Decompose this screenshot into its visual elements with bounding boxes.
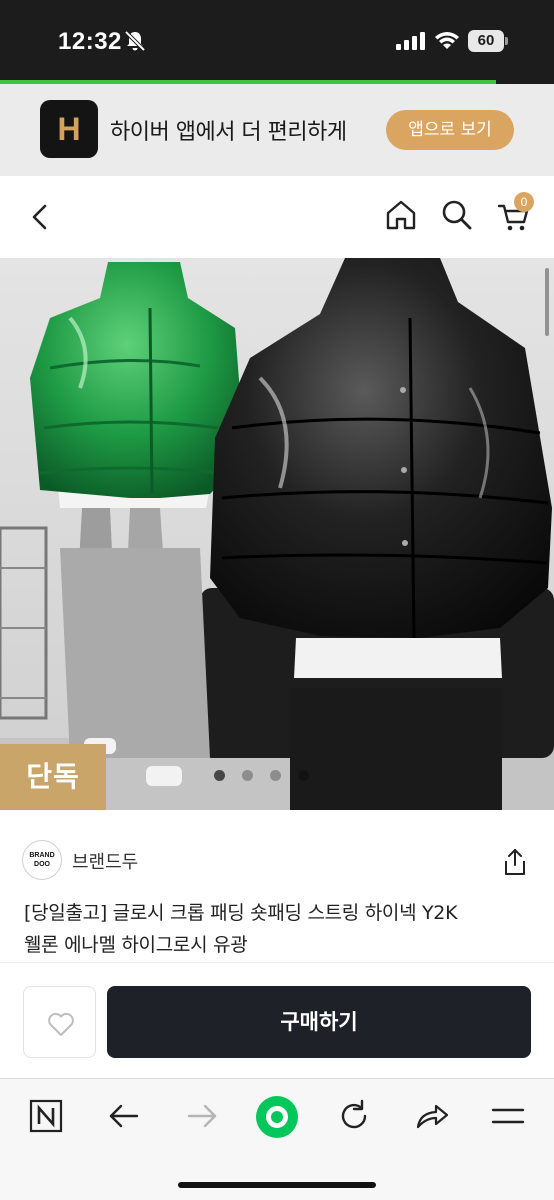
brand-name[interactable]: 브랜드두 (72, 848, 138, 874)
product-photo (0, 258, 554, 810)
battery-icon: 60 (468, 30, 508, 52)
home-icon[interactable] (384, 198, 418, 232)
signal-icon (396, 32, 425, 50)
heart-icon (48, 1012, 74, 1036)
carousel-dot[interactable] (298, 770, 309, 781)
open-app-button[interactable]: 앱으로 보기 (386, 110, 514, 150)
top-navigation: 0 (0, 176, 554, 258)
product-image[interactable] (0, 258, 554, 810)
green-home-icon[interactable] (255, 1095, 299, 1139)
carousel-dot[interactable] (214, 770, 225, 781)
battery-level: 60 (477, 32, 495, 49)
app-download-banner: H 하이버 앱에서 더 편리하게 앱으로 보기 (0, 84, 554, 176)
search-icon[interactable] (440, 198, 474, 232)
cart-count-badge: 0 (514, 192, 534, 212)
back-chevron-icon[interactable] (24, 200, 56, 234)
status-time: 12:32 (58, 28, 122, 55)
refresh-icon[interactable] (336, 1098, 372, 1134)
naver-n-icon[interactable] (28, 1098, 64, 1134)
hiver-logo: H (40, 100, 98, 158)
product-title-line2: 웰론 에나멜 하이그로시 유광 (24, 934, 248, 956)
brand-logo[interactable]: BRAND DOO (22, 840, 62, 880)
bell-slash-icon (124, 30, 146, 52)
forward-arrow-icon[interactable] (184, 1098, 220, 1134)
share-arrow-icon[interactable] (414, 1098, 450, 1134)
divider (0, 962, 554, 963)
share-icon[interactable] (502, 848, 528, 876)
carousel-dot[interactable] (270, 770, 281, 781)
buy-button[interactable]: 구매하기 (107, 986, 531, 1058)
status-bar: 12:32 60 (0, 0, 554, 84)
banner-text: 하이버 앱에서 더 편리하게 (110, 120, 347, 145)
carousel-dot[interactable] (242, 770, 253, 781)
exclusive-badge: 단독 (0, 744, 106, 810)
product-title-line1: [당일출고] 글로시 크롭 패딩 숏패딩 스트링 하이넥 Y2K (24, 902, 458, 924)
back-arrow-icon[interactable] (106, 1098, 142, 1134)
home-indicator[interactable] (178, 1182, 376, 1188)
wifi-icon (435, 32, 459, 49)
scrollbar[interactable] (545, 268, 549, 336)
menu-icon[interactable] (490, 1098, 526, 1134)
like-button[interactable] (23, 986, 96, 1058)
